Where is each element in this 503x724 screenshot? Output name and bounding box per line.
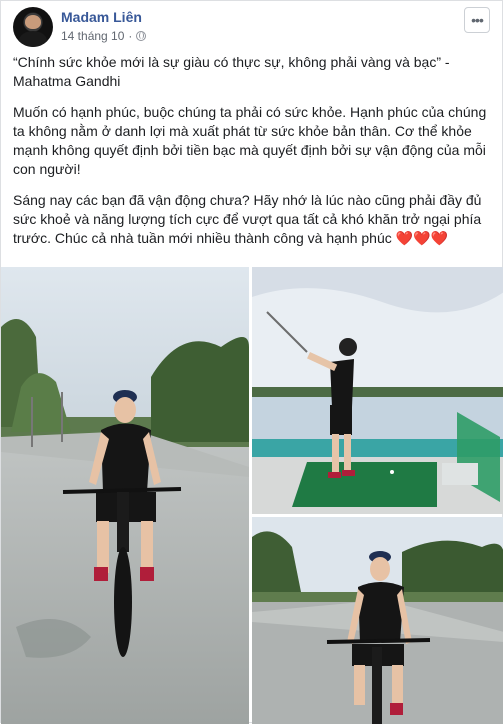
post-header: Madam Liên 14 tháng 10 · •••: [13, 7, 490, 47]
post-text: “Chính sức khỏe mới là sự giàu có thực s…: [13, 53, 491, 260]
post-date[interactable]: 14 tháng 10: [61, 29, 124, 43]
more-options-button[interactable]: •••: [464, 7, 490, 33]
heart-emojis: ❤️❤️❤️: [395, 230, 448, 246]
more-options-icon: •••: [471, 12, 484, 28]
post-meta: 14 tháng 10 ·: [61, 29, 147, 43]
globe-icon[interactable]: [136, 31, 147, 41]
author-name[interactable]: Madam Liên: [61, 9, 142, 25]
photo-golf-swing[interactable]: [252, 267, 503, 514]
author-avatar[interactable]: [13, 7, 53, 47]
post-paragraph-3: Sáng nay các bạn đã vận động chưa? Hãy n…: [13, 191, 491, 248]
meta-separator: ·: [128, 29, 133, 43]
photo-grid: [1, 267, 503, 724]
post-quote: “Chính sức khỏe mới là sự giàu có thực s…: [13, 54, 450, 89]
post-paragraph-2: Muốn có hạnh phúc, buộc chúng ta phải có…: [13, 104, 487, 177]
photo-cycling-road[interactable]: [1, 267, 249, 724]
photo-cycling-road-2[interactable]: [252, 517, 503, 724]
post-card: Madam Liên 14 tháng 10 · ••• “Chính sức …: [0, 0, 503, 724]
